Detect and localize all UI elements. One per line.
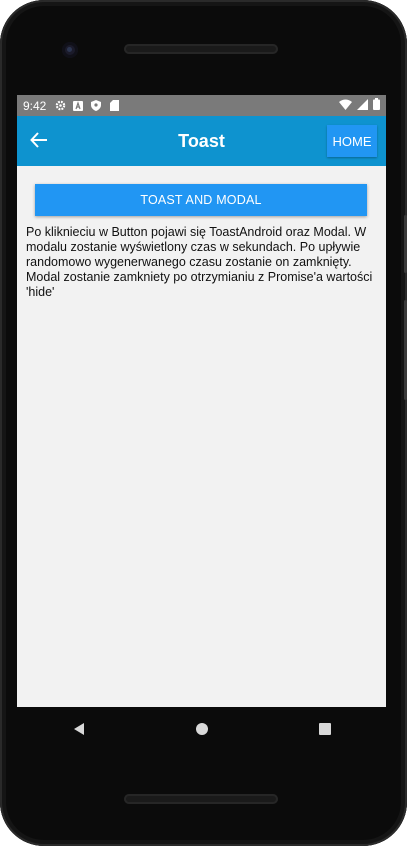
a-badge-icon [72,100,84,112]
battery-icon [373,98,380,113]
bottom-speaker [124,794,278,804]
shield-icon [90,100,102,112]
nav-recents-icon[interactable] [305,709,345,749]
toast-and-modal-button[interactable]: TOAST AND MODAL [35,184,367,216]
app-bar: Toast HOME [17,116,386,166]
nav-bar [17,707,386,751]
status-bar: 9:42 [17,95,386,116]
screen: 9:42 Toast HOME TOAST AND MODAL Po klikn… [17,95,386,707]
status-time: 9:42 [23,98,47,113]
front-camera [62,42,78,58]
sd-card-icon [108,100,120,112]
wifi-icon [339,99,352,113]
signal-icon [357,98,368,113]
phone-frame: 9:42 Toast HOME TOAST AND MODAL Po klikn… [0,0,407,846]
nav-home-icon[interactable] [182,709,222,749]
home-button[interactable]: HOME [327,125,377,157]
description-text: Po kliknieciu w Button pojawi się ToastA… [26,225,373,299]
nav-back-icon[interactable] [59,709,99,749]
top-speaker [124,44,278,54]
gear-icon [54,100,66,112]
